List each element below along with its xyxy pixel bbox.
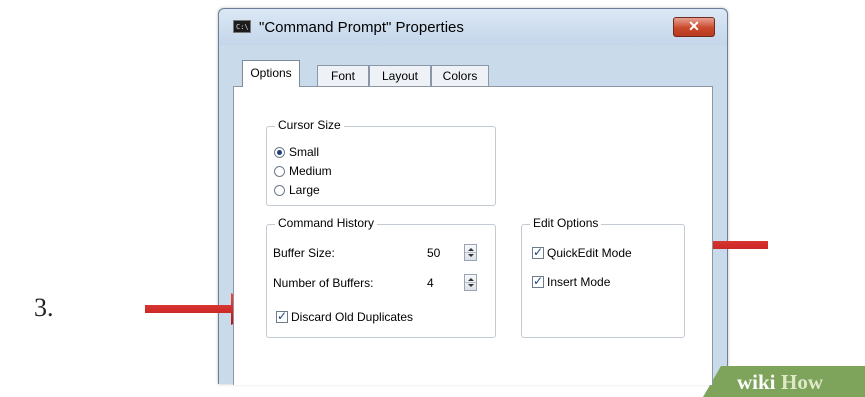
quickedit-mode-label: QuickEdit Mode: [547, 246, 632, 260]
spinner-down-icon[interactable]: [468, 254, 474, 257]
radio-button[interactable]: [274, 185, 285, 196]
spinner-down-icon[interactable]: [468, 284, 474, 287]
watermark-wiki: wiki: [737, 370, 776, 394]
title-bar[interactable]: C:\ "Command Prompt" Properties ✕: [219, 9, 727, 45]
tab-options[interactable]: Options: [242, 60, 300, 87]
command-history-group: Command History Buffer Size: 50 Number o…: [266, 216, 496, 338]
buffer-size-label: Buffer Size:: [273, 246, 335, 260]
insert-mode-label: Insert Mode: [547, 275, 611, 289]
radio-small[interactable]: Small: [274, 145, 319, 159]
radio-label-large: Large: [289, 183, 320, 197]
tab-layout[interactable]: Layout: [369, 65, 431, 86]
number-of-buffers-label: Number of Buffers:: [273, 276, 374, 290]
window-title: "Command Prompt" Properties: [259, 19, 464, 36]
radio-label-medium: Medium: [289, 164, 332, 178]
tab-font[interactable]: Font: [317, 65, 369, 86]
radio-button-checked[interactable]: [274, 147, 285, 158]
checkbox-checked[interactable]: [532, 245, 544, 259]
buffer-size-spinner[interactable]: [464, 244, 477, 261]
radio-label-small: Small: [289, 145, 320, 159]
wikihow-watermark: wiki How: [703, 366, 865, 397]
edit-options-group: Edit Options QuickEdit Mode Insert Mode: [521, 216, 685, 338]
cursor-size-group: Cursor Size Small Medium Large: [266, 118, 496, 206]
console-icon: C:\: [233, 20, 251, 33]
step-number: 3.: [34, 293, 54, 322]
buffer-size-input[interactable]: 50: [427, 246, 440, 260]
insert-mode-checkbox[interactable]: Insert Mode: [532, 274, 611, 289]
number-of-buffers-spinner[interactable]: [464, 274, 477, 291]
group-title: Command History: [275, 216, 378, 230]
discard-old-duplicates-label: Discard Old Duplicates: [291, 310, 414, 324]
radio-large[interactable]: Large: [274, 183, 320, 197]
spinner-up-icon[interactable]: [468, 278, 474, 281]
radio-medium[interactable]: Medium: [274, 164, 332, 178]
close-button[interactable]: ✕: [673, 17, 715, 37]
tab-colors[interactable]: Colors: [431, 65, 489, 86]
spinner-up-icon[interactable]: [468, 248, 474, 251]
quickedit-mode-checkbox[interactable]: QuickEdit Mode: [532, 245, 632, 260]
group-title: Edit Options: [530, 216, 602, 230]
radio-button[interactable]: [274, 166, 285, 177]
watermark-how: How: [781, 370, 824, 394]
options-panel: Cursor Size Small Medium Large Command H…: [233, 86, 713, 385]
checkbox-checked[interactable]: [276, 309, 288, 323]
group-title: Cursor Size: [275, 118, 344, 132]
number-of-buffers-input[interactable]: 4: [427, 276, 434, 290]
checkbox-checked[interactable]: [532, 274, 544, 288]
properties-window: C:\ "Command Prompt" Properties ✕ Option…: [218, 8, 728, 385]
discard-old-duplicates-checkbox[interactable]: Discard Old Duplicates: [276, 309, 414, 324]
